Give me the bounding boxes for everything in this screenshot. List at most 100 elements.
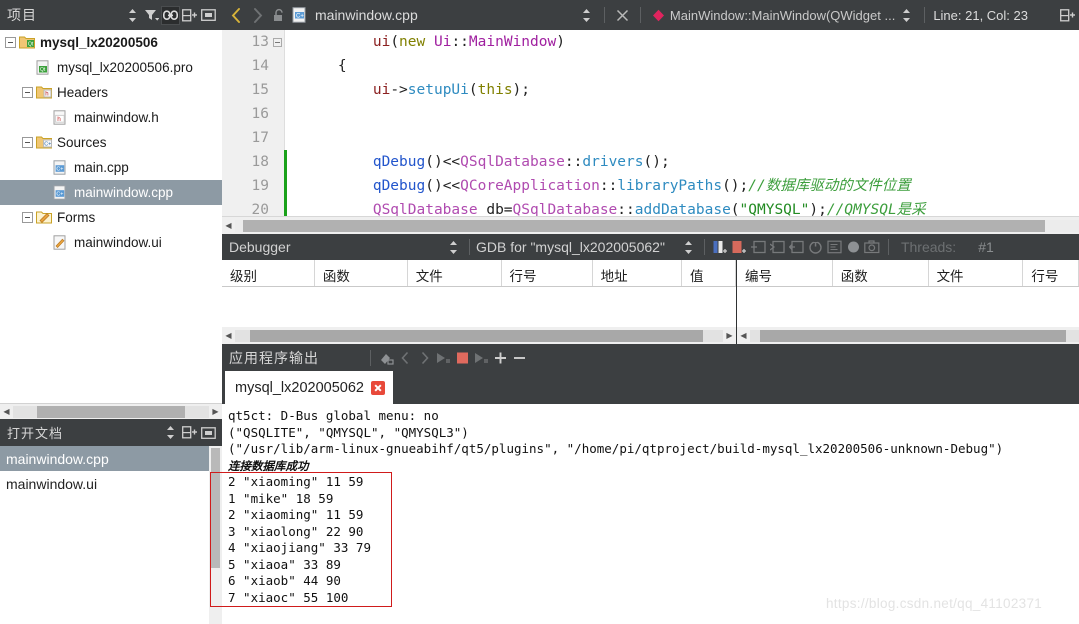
thread-selector[interactable]: #1	[978, 239, 994, 255]
column-header[interactable]: 地址	[593, 260, 682, 286]
restart-icon[interactable]	[806, 238, 825, 257]
tree-item-mainwindow-cpp[interactable]: C+ mainwindow.cpp	[0, 180, 222, 205]
scroll-right-arrow[interactable]: ▶	[209, 405, 222, 419]
scroll-right-arrow[interactable]: ▶	[723, 329, 736, 343]
symbol-selector[interactable]: MainWindow::MainWindow(QWidget ...	[670, 8, 895, 23]
interrupt-record-icon[interactable]	[844, 238, 863, 257]
column-header[interactable]: 函数	[833, 260, 929, 286]
debugger-config-sort-icon[interactable]	[679, 238, 698, 257]
tree-item-forms[interactable]: Forms	[0, 205, 222, 230]
threads-table[interactable]: 编号 函数 文件 行号 ◀	[737, 260, 1079, 344]
unlock-icon[interactable]	[269, 6, 288, 25]
forward-chevron-icon[interactable]	[248, 6, 267, 25]
tree-expander[interactable]	[22, 137, 33, 148]
threads-table-body[interactable]	[737, 287, 1079, 327]
debugger-config-selector[interactable]: GDB for "mysql_lx202005062"	[476, 239, 665, 255]
stack-table[interactable]: 级别 函数 文件 行号 地址值 ◀ ▶	[222, 260, 737, 344]
sort-selector-icon[interactable]	[123, 6, 142, 25]
split-add-icon[interactable]	[180, 6, 199, 25]
scroll-left-arrow[interactable]: ◀	[222, 219, 235, 233]
tree-expander[interactable]	[22, 87, 33, 98]
output-tab[interactable]: mysql_lx202005062	[225, 371, 393, 404]
open-document-item[interactable]: mainwindow.cpp	[0, 446, 222, 471]
tree-item-mysql-lx20200506[interactable]: Qt mysql_lx20200506	[0, 30, 222, 55]
column-header[interactable]: 值	[682, 260, 736, 286]
tree-item-headers[interactable]: h Headers	[0, 80, 222, 105]
debugger-view-sort-icon[interactable]	[444, 238, 463, 257]
close-icon[interactable]	[370, 380, 385, 395]
column-header[interactable]: 行号	[502, 260, 593, 286]
step-out-icon[interactable]	[749, 238, 768, 257]
debugger-view-selector[interactable]: Debugger	[229, 239, 444, 255]
docs-sort-icon[interactable]	[161, 423, 180, 442]
tree-item-mysql-lx20200506-pro[interactable]: Qt mysql_lx20200506.pro	[0, 55, 222, 80]
run-left-icon[interactable]	[434, 348, 453, 367]
scroll-track[interactable]	[235, 219, 1079, 232]
step-into-icon[interactable]	[730, 238, 749, 257]
scroll-thumb[interactable]	[243, 219, 1046, 232]
scroll-thumb[interactable]	[249, 329, 704, 342]
scroll-thumb[interactable]	[759, 329, 1066, 342]
scroll-left-arrow[interactable]: ◀	[0, 405, 13, 419]
scroll-thumb[interactable]	[36, 405, 186, 418]
column-header[interactable]: 级别	[222, 260, 315, 286]
code-line: 13 ui(new Ui::MainWindow)	[222, 30, 1079, 54]
stack-table-hscrollbar[interactable]: ◀ ▶	[222, 327, 736, 344]
editor-hscrollbar[interactable]: ◀	[222, 216, 1079, 234]
column-header[interactable]: 函数	[315, 260, 408, 286]
prev-icon[interactable]	[396, 348, 415, 367]
scroll-left-arrow[interactable]: ◀	[222, 329, 235, 343]
code-token: ();	[722, 178, 749, 194]
open-documents-list[interactable]: mainwindow.cpp mainwindow.ui	[0, 446, 222, 624]
tree-item-mainwindow-h[interactable]: h mainwindow.h	[0, 105, 222, 130]
scroll-track[interactable]	[750, 329, 1079, 342]
scroll-track[interactable]	[13, 405, 209, 418]
line-col-indicator[interactable]: Line: 21, Col: 23	[933, 8, 1028, 23]
tree-item-sources[interactable]: C+ Sources	[0, 130, 222, 155]
run-right-icon[interactable]	[472, 348, 491, 367]
list-icon[interactable]	[825, 238, 844, 257]
scroll-track[interactable]	[235, 329, 723, 342]
diamond-icon	[649, 6, 668, 25]
back-chevron-icon[interactable]	[227, 6, 246, 25]
project-tree[interactable]: Qt mysql_lx20200506 Qt mysql_lx20200506.pro…	[0, 30, 222, 403]
step-over-icon[interactable]	[711, 238, 730, 257]
filter-icon[interactable]	[142, 6, 161, 25]
fold-marker[interactable]	[269, 37, 285, 47]
code-editor[interactable]: 13 ui(new Ui::MainWindow) 14 {15 ui->setu…	[222, 30, 1079, 216]
reverse-step-icon[interactable]	[787, 238, 806, 257]
project-tree-hscrollbar[interactable]: ◀ ▶	[0, 403, 222, 419]
tree-expander[interactable]	[5, 37, 16, 48]
close-icon[interactable]	[613, 6, 632, 25]
plus-icon[interactable]	[491, 348, 510, 367]
open-document-item[interactable]: mainwindow.ui	[0, 471, 222, 496]
snapshot-camera-icon[interactable]	[863, 238, 882, 257]
threads-table-hscrollbar[interactable]: ◀	[737, 327, 1079, 344]
tree-item-mainwindow-ui[interactable]: mainwindow.ui	[0, 230, 222, 255]
open-documents-vscrollbar[interactable]	[209, 446, 222, 624]
column-header[interactable]: 编号	[737, 260, 833, 286]
editor-sort-icon[interactable]	[577, 6, 596, 25]
clear-icon[interactable]	[377, 348, 396, 367]
code-token: Ui	[433, 34, 452, 50]
stop-icon[interactable]	[453, 348, 472, 367]
minus-icon[interactable]	[510, 348, 529, 367]
split-editor-icon[interactable]	[1058, 6, 1077, 25]
app-output-console[interactable]: qt5ct: D-Bus global menu: no ("QSQLITE", …	[222, 404, 1079, 624]
scroll-thumb[interactable]	[211, 448, 220, 568]
minimize-panel-icon[interactable]	[199, 6, 218, 25]
symbol-sort-icon[interactable]	[897, 6, 916, 25]
run-to-line-icon[interactable]	[768, 238, 787, 257]
scroll-left-arrow[interactable]: ◀	[737, 329, 750, 343]
docs-minimize-icon[interactable]	[199, 423, 218, 442]
editor-filename[interactable]: mainwindow.cpp	[315, 7, 418, 23]
tree-item-main-cpp[interactable]: C+ main.cpp	[0, 155, 222, 180]
docs-split-icon[interactable]	[180, 423, 199, 442]
column-header[interactable]: 文件	[408, 260, 502, 286]
column-header[interactable]: 行号	[1023, 260, 1079, 286]
stack-table-body[interactable]	[222, 287, 736, 327]
link-icon[interactable]	[161, 5, 180, 25]
next-icon[interactable]	[415, 348, 434, 367]
tree-expander[interactable]	[22, 212, 33, 223]
column-header[interactable]: 文件	[929, 260, 1024, 286]
